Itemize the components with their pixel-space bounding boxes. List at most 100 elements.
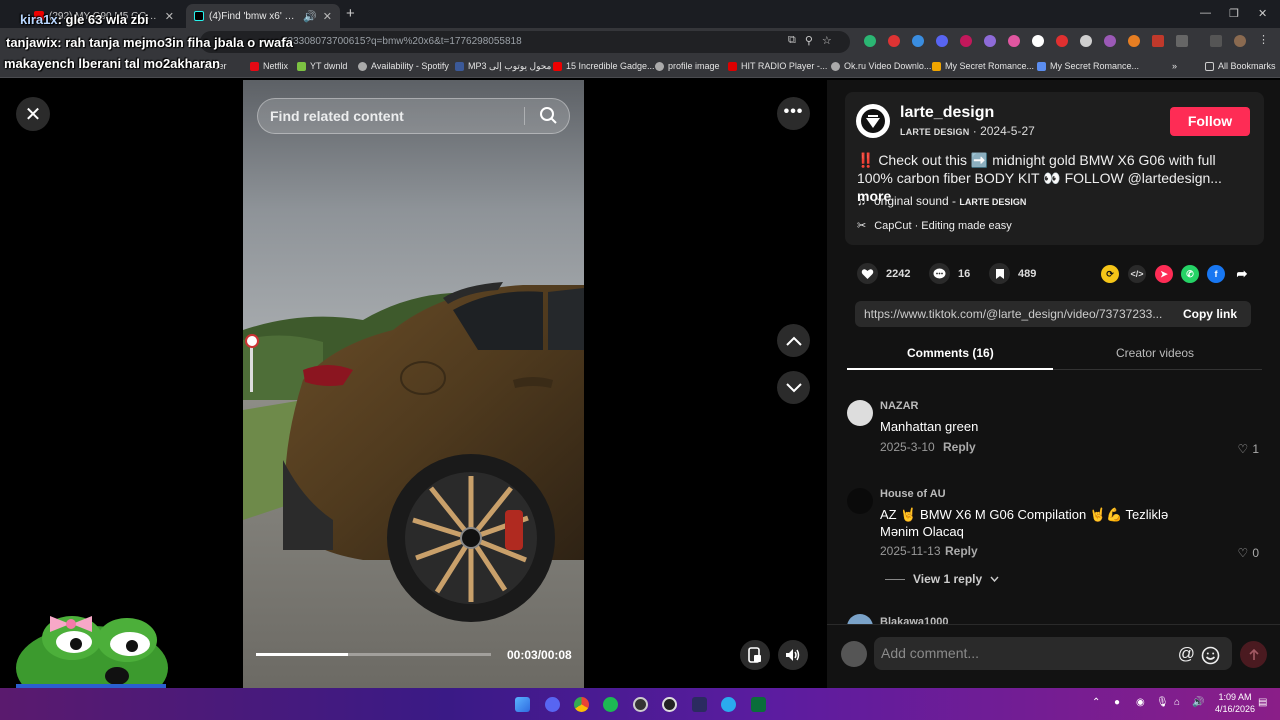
mention-icon[interactable]: @ (1178, 637, 1195, 670)
extension-icon[interactable] (984, 35, 996, 47)
discord-icon[interactable] (545, 697, 560, 712)
bookmark-yt-dwnld[interactable]: YT dwnld (297, 61, 347, 71)
comment-like[interactable]: ♡ 0 (1238, 546, 1259, 560)
tab-comments[interactable]: Comments (16) (907, 346, 994, 360)
comment-action[interactable]: 16 (929, 263, 970, 284)
browser-tab-tiktok[interactable]: (4)Find 'bmw x6' on TikTok 🔊 ✕ (186, 4, 340, 28)
repost-icon[interactable]: ⟳ (1101, 265, 1119, 283)
extension-icon[interactable] (888, 35, 900, 47)
tray-app-icon[interactable]: ● (1114, 697, 1120, 708)
extension-icon[interactable] (1032, 35, 1044, 47)
commenter-avatar[interactable] (847, 614, 873, 624)
bookmark-mp3[interactable]: MP3 محول يوتوب إلى (455, 61, 551, 72)
profile-avatar[interactable] (1234, 35, 1246, 47)
comment-author[interactable]: House of AU (880, 488, 946, 500)
bookmark-okru[interactable]: Ok.ru Video Downlo... (831, 61, 931, 71)
app-icon[interactable] (662, 697, 677, 712)
close-tab-icon[interactable]: ✕ (323, 10, 332, 23)
bookmark-gadgets[interactable]: 15 Incredible Gadge... (553, 61, 655, 71)
extension-icon[interactable] (864, 35, 876, 47)
whatsapp-icon[interactable]: ✆ (1181, 265, 1199, 283)
bookmark-romance-2[interactable]: My Secret Romance... (1037, 61, 1139, 71)
extension-icon[interactable] (936, 35, 948, 47)
address-bar[interactable]: 723308073700615?q=bmw%20x6&t=17762980558… (200, 31, 850, 53)
speaker-icon[interactable]: 🔊 (303, 10, 317, 23)
sound-row[interactable]: ♫ original sound - LARTE DESIGN (857, 194, 1026, 208)
view-replies-button[interactable]: View 1 reply (885, 572, 999, 586)
extension-icon[interactable] (1104, 35, 1116, 47)
tray-chevron-icon[interactable]: ⌃ (1092, 697, 1100, 708)
extension-icon[interactable] (1008, 35, 1020, 47)
media-icon[interactable] (1210, 35, 1222, 47)
capcut-row[interactable]: ✂ CapCut · Editing made easy (857, 219, 1012, 233)
find-related-search[interactable]: Find related content (257, 98, 570, 134)
notification-icon[interactable]: ▤ (1258, 697, 1267, 708)
obs-icon[interactable] (633, 697, 648, 712)
bookmark-hit-radio[interactable]: HIT RADIO Player -... (728, 61, 827, 71)
previous-video-button[interactable] (777, 324, 810, 357)
video-progress-bar[interactable] (256, 653, 491, 656)
bookmark-spotify[interactable]: Availability - Spotify (358, 61, 449, 71)
extension-icon[interactable] (1080, 35, 1092, 47)
volume-icon[interactable]: 🔊 (1192, 697, 1204, 708)
like-action[interactable]: 2242 (857, 263, 910, 284)
more-options-button[interactable]: ••• (777, 97, 810, 130)
creator-avatar[interactable] (856, 104, 890, 138)
follow-button[interactable]: Follow (1170, 107, 1250, 136)
new-tab-button[interactable]: + (346, 5, 355, 22)
comment-input[interactable]: Add comment... @ (874, 637, 1232, 670)
commenter-avatar[interactable] (847, 400, 873, 426)
bookmark-profile-image[interactable]: profile image (655, 61, 720, 71)
app-icon[interactable] (751, 697, 766, 712)
close-tab-icon[interactable]: ✕ (165, 10, 174, 23)
taskbar-clock[interactable]: 1:09 AM 4/16/2026 (1215, 691, 1255, 715)
bookmark-romance-1[interactable]: My Secret Romance... (932, 61, 1034, 71)
network-icon[interactable]: ⌂ (1174, 697, 1180, 708)
comment-author[interactable]: Blakawa1000 (880, 616, 949, 624)
bookmark-netflix[interactable]: Netflix (250, 61, 288, 71)
close-window-button[interactable]: ✕ (1258, 7, 1267, 20)
tab-creator-videos[interactable]: Creator videos (1116, 346, 1194, 360)
extension-icon[interactable] (960, 35, 972, 47)
all-bookmarks[interactable]: All Bookmarks (1205, 61, 1276, 71)
menu-dots-icon[interactable]: ⋮ (1258, 33, 1270, 46)
minimize-button[interactable]: — (1200, 7, 1211, 19)
extension-icon[interactable] (1056, 35, 1068, 47)
video-frame[interactable] (243, 80, 584, 688)
creator-username[interactable]: larte_design (900, 104, 994, 122)
floating-player-button[interactable] (740, 640, 770, 670)
facebook-icon[interactable]: f (1207, 265, 1225, 283)
restore-button[interactable]: ❐ (1229, 7, 1239, 20)
app-icon[interactable] (692, 697, 707, 712)
tray-discord-icon[interactable]: ◉ (1136, 697, 1145, 708)
close-video-button[interactable]: ✕ (16, 97, 50, 131)
telegram-icon[interactable] (721, 697, 736, 712)
share-arrow-icon[interactable]: ➦ (1233, 265, 1251, 283)
search-icon[interactable] (539, 99, 557, 145)
install-icon[interactable]: ⧉ (788, 34, 796, 47)
embed-icon[interactable]: </> (1128, 265, 1146, 283)
share-link-box[interactable]: https://www.tiktok.com/@larte_design/vid… (855, 301, 1251, 327)
microphone-icon[interactable]: 🎙 (1156, 697, 1169, 708)
commenter-avatar[interactable] (847, 488, 873, 514)
reply-button[interactable]: Reply (945, 544, 978, 558)
copy-link-button[interactable]: Copy link (1169, 301, 1251, 327)
emoji-icon[interactable] (1201, 644, 1220, 677)
volume-button[interactable] (778, 640, 808, 670)
zoom-icon[interactable]: ⚲ (805, 34, 813, 47)
bookmarks-overflow-icon[interactable]: » (1172, 61, 1177, 71)
next-video-button[interactable] (777, 371, 810, 404)
post-comment-button[interactable] (1240, 641, 1267, 668)
save-action[interactable]: 489 (989, 263, 1036, 284)
start-icon[interactable] (515, 697, 530, 712)
comment-like[interactable]: ♡ 1 (1238, 442, 1259, 456)
spotify-icon[interactable] (603, 697, 618, 712)
extension-icon[interactable] (1128, 35, 1140, 47)
star-icon[interactable]: ☆ (822, 34, 832, 47)
extension-icon[interactable] (912, 35, 924, 47)
comment-author[interactable]: NAZAR (880, 400, 919, 412)
puzzle-icon[interactable] (1176, 35, 1188, 47)
chrome-icon[interactable] (574, 697, 589, 712)
reply-button[interactable]: Reply (943, 440, 976, 454)
extension-icon[interactable] (1152, 35, 1164, 47)
